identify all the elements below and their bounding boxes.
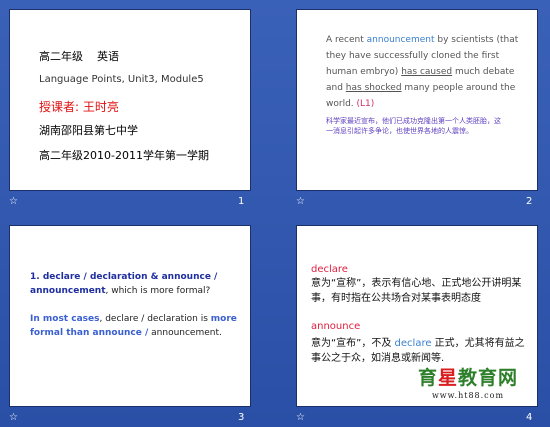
- slide-transition-icon: ☆: [9, 412, 18, 423]
- slide-number: 1: [238, 196, 245, 207]
- slide-number: 3: [238, 412, 245, 423]
- teacher-line: 授课者: 王时亮: [39, 100, 119, 114]
- vocab-definition: 意为“宣称”，表示有信心地、正式地公开讲明某事，有时指在公共场合对某事表明态度: [311, 278, 522, 304]
- slide-transition-icon: ☆: [296, 412, 305, 423]
- term-line: 高二年级2010-2011学年第一学期: [39, 149, 209, 162]
- site-watermark: 育星教育网 www.ht88.com: [417, 367, 519, 400]
- question-text: 1. declare / declaration & announce / an…: [30, 272, 218, 296]
- example-sentence: A recent announcement by scientists (tha…: [326, 35, 519, 109]
- vocab-word: announce: [311, 321, 361, 332]
- slide-number: 4: [526, 412, 533, 423]
- title-line: 高二年级 英语: [39, 50, 119, 63]
- slide-thumbnail-2[interactable]: A recent announcement by scientists (tha…: [296, 9, 538, 191]
- slide-thumbnail-1[interactable]: 高二年级 英语 Language Points, Unit3, Module5 授…: [9, 9, 251, 191]
- slide-number: 2: [526, 196, 533, 207]
- slide-transition-icon: ☆: [9, 196, 18, 207]
- slide-thumbnail-3[interactable]: 1. declare / declaration & announce / an…: [9, 225, 251, 407]
- answer-text: In most cases, declare / declaration is …: [30, 314, 237, 338]
- vocab-definition: 意为“宣布”，不及 declare 正式，尤其将有益之事公之于众，如消息或新闻等…: [311, 338, 525, 364]
- slide-transition-icon: ☆: [296, 196, 305, 207]
- school-line: 湖南邵阳县第七中学: [39, 124, 138, 137]
- course-line: Language Points, Unit3, Module5: [39, 74, 204, 85]
- chinese-translation: 科学家最近宣布，他们已成功克隆出第一个人类胚胎，这一消息引起许多争论，也使世界各…: [326, 117, 501, 135]
- vocab-word: declare: [311, 264, 348, 275]
